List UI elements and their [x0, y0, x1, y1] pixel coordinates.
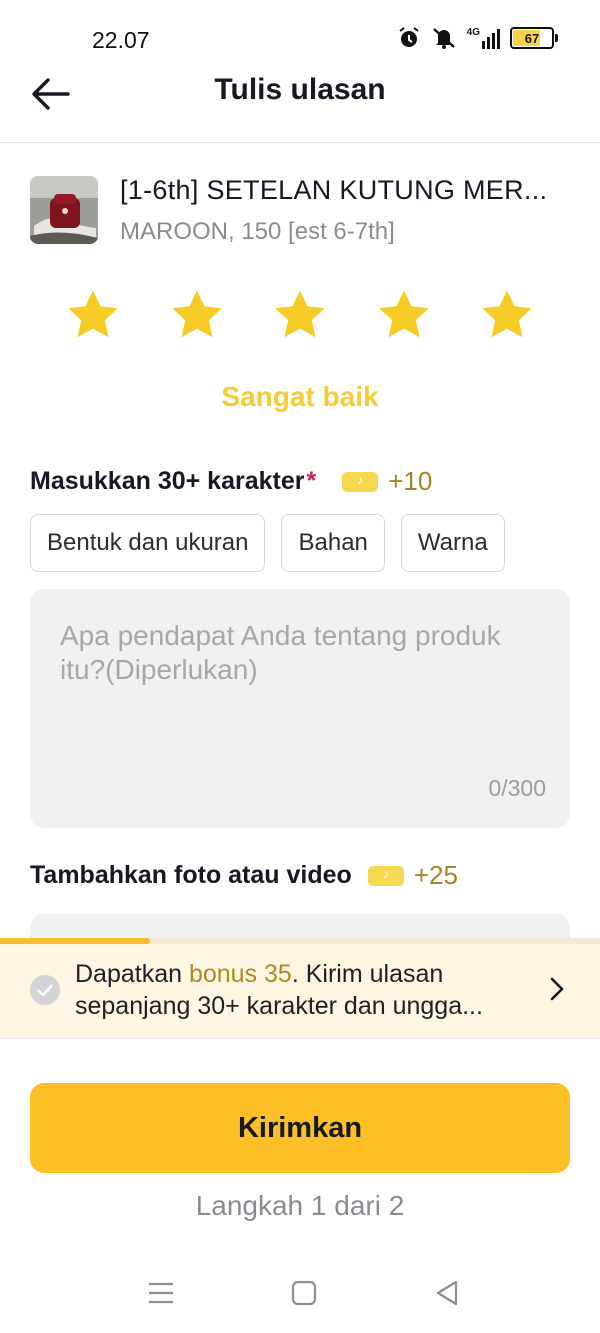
- product-variant: MAROON, 150 [est 6-7th]: [120, 218, 395, 245]
- rating-label: Sangat baik: [221, 381, 379, 412]
- star-icon[interactable]: [64, 286, 122, 344]
- home-nav-icon[interactable]: [289, 1278, 319, 1308]
- topic-chips: Bentuk dan ukuran Bahan Warna: [30, 514, 505, 572]
- product-name: [1-6th] SETELAN KUTUNG MER...: [120, 175, 548, 205]
- page-title: Tulis ulasan: [214, 73, 386, 106]
- character-counter: 0/300: [488, 775, 546, 801]
- banner-suffix: . Kirim ulasan: [291, 960, 444, 988]
- progress-fill: [0, 938, 150, 944]
- chevron-right-icon[interactable]: [548, 976, 566, 1002]
- chip-bentuk-ukuran[interactable]: Bentuk dan ukuran: [30, 514, 266, 572]
- banner-highlight: bonus 35: [188, 960, 292, 988]
- review-section-label: Masukkan 30+ karakter * +10: [30, 466, 432, 497]
- step-indicator: Langkah 1 dari 2: [195, 1190, 405, 1221]
- banner-line2: sepanjang 30+ karakter dan ungga...: [75, 992, 483, 1020]
- signal-icon: 4G: [467, 27, 500, 49]
- coin-icon: [367, 865, 404, 886]
- status-icons: 4G 67: [397, 26, 558, 50]
- review-bonus: +10: [388, 466, 433, 496]
- battery-icon: 67: [510, 27, 558, 49]
- required-mark: *: [306, 467, 317, 495]
- star-rating: [64, 286, 536, 344]
- review-textarea[interactable]: Apa pendapat Anda tentang produk itu?(Di…: [30, 589, 570, 828]
- chip-warna[interactable]: Warna: [400, 514, 505, 572]
- menu-nav-icon[interactable]: [146, 1278, 176, 1308]
- media-section-label: Tambahkan foto atau video +25: [30, 860, 458, 891]
- star-icon[interactable]: [375, 286, 433, 344]
- system-nav-bar: [0, 1268, 600, 1318]
- review-placeholder: Apa pendapat Anda tentang produk itu?(Di…: [60, 620, 501, 685]
- check-circle-icon: [30, 975, 60, 1005]
- status-time: 22.07: [92, 27, 150, 53]
- banner-prefix: Dapatkan: [75, 960, 189, 988]
- media-label: Tambahkan foto atau video: [30, 861, 352, 889]
- back-arrow-icon[interactable]: [28, 74, 72, 114]
- bonus-banner[interactable]: Dapatkan bonus 35. Kirim ulasan sepanjan…: [0, 938, 600, 1039]
- media-bonus: +25: [413, 860, 458, 890]
- submit-button[interactable]: Kirimkan: [30, 1083, 570, 1173]
- review-label: Masukkan 30+ karakter: [30, 467, 305, 495]
- network-type: 4G: [466, 27, 480, 38]
- star-icon[interactable]: [271, 286, 329, 344]
- mute-icon: [432, 28, 455, 49]
- coin-icon: [342, 471, 379, 492]
- alarm-icon: [399, 27, 419, 47]
- banner-text: Dapatkan bonus 35. Kirim ulasan sepanjan…: [75, 958, 535, 1022]
- chip-bahan[interactable]: Bahan: [281, 514, 385, 572]
- product-thumbnail: [30, 176, 98, 244]
- star-icon[interactable]: [478, 286, 536, 344]
- header-divider: [0, 142, 600, 143]
- back-nav-icon[interactable]: [432, 1278, 462, 1308]
- battery-level: 67: [524, 30, 540, 46]
- star-icon[interactable]: [168, 286, 226, 344]
